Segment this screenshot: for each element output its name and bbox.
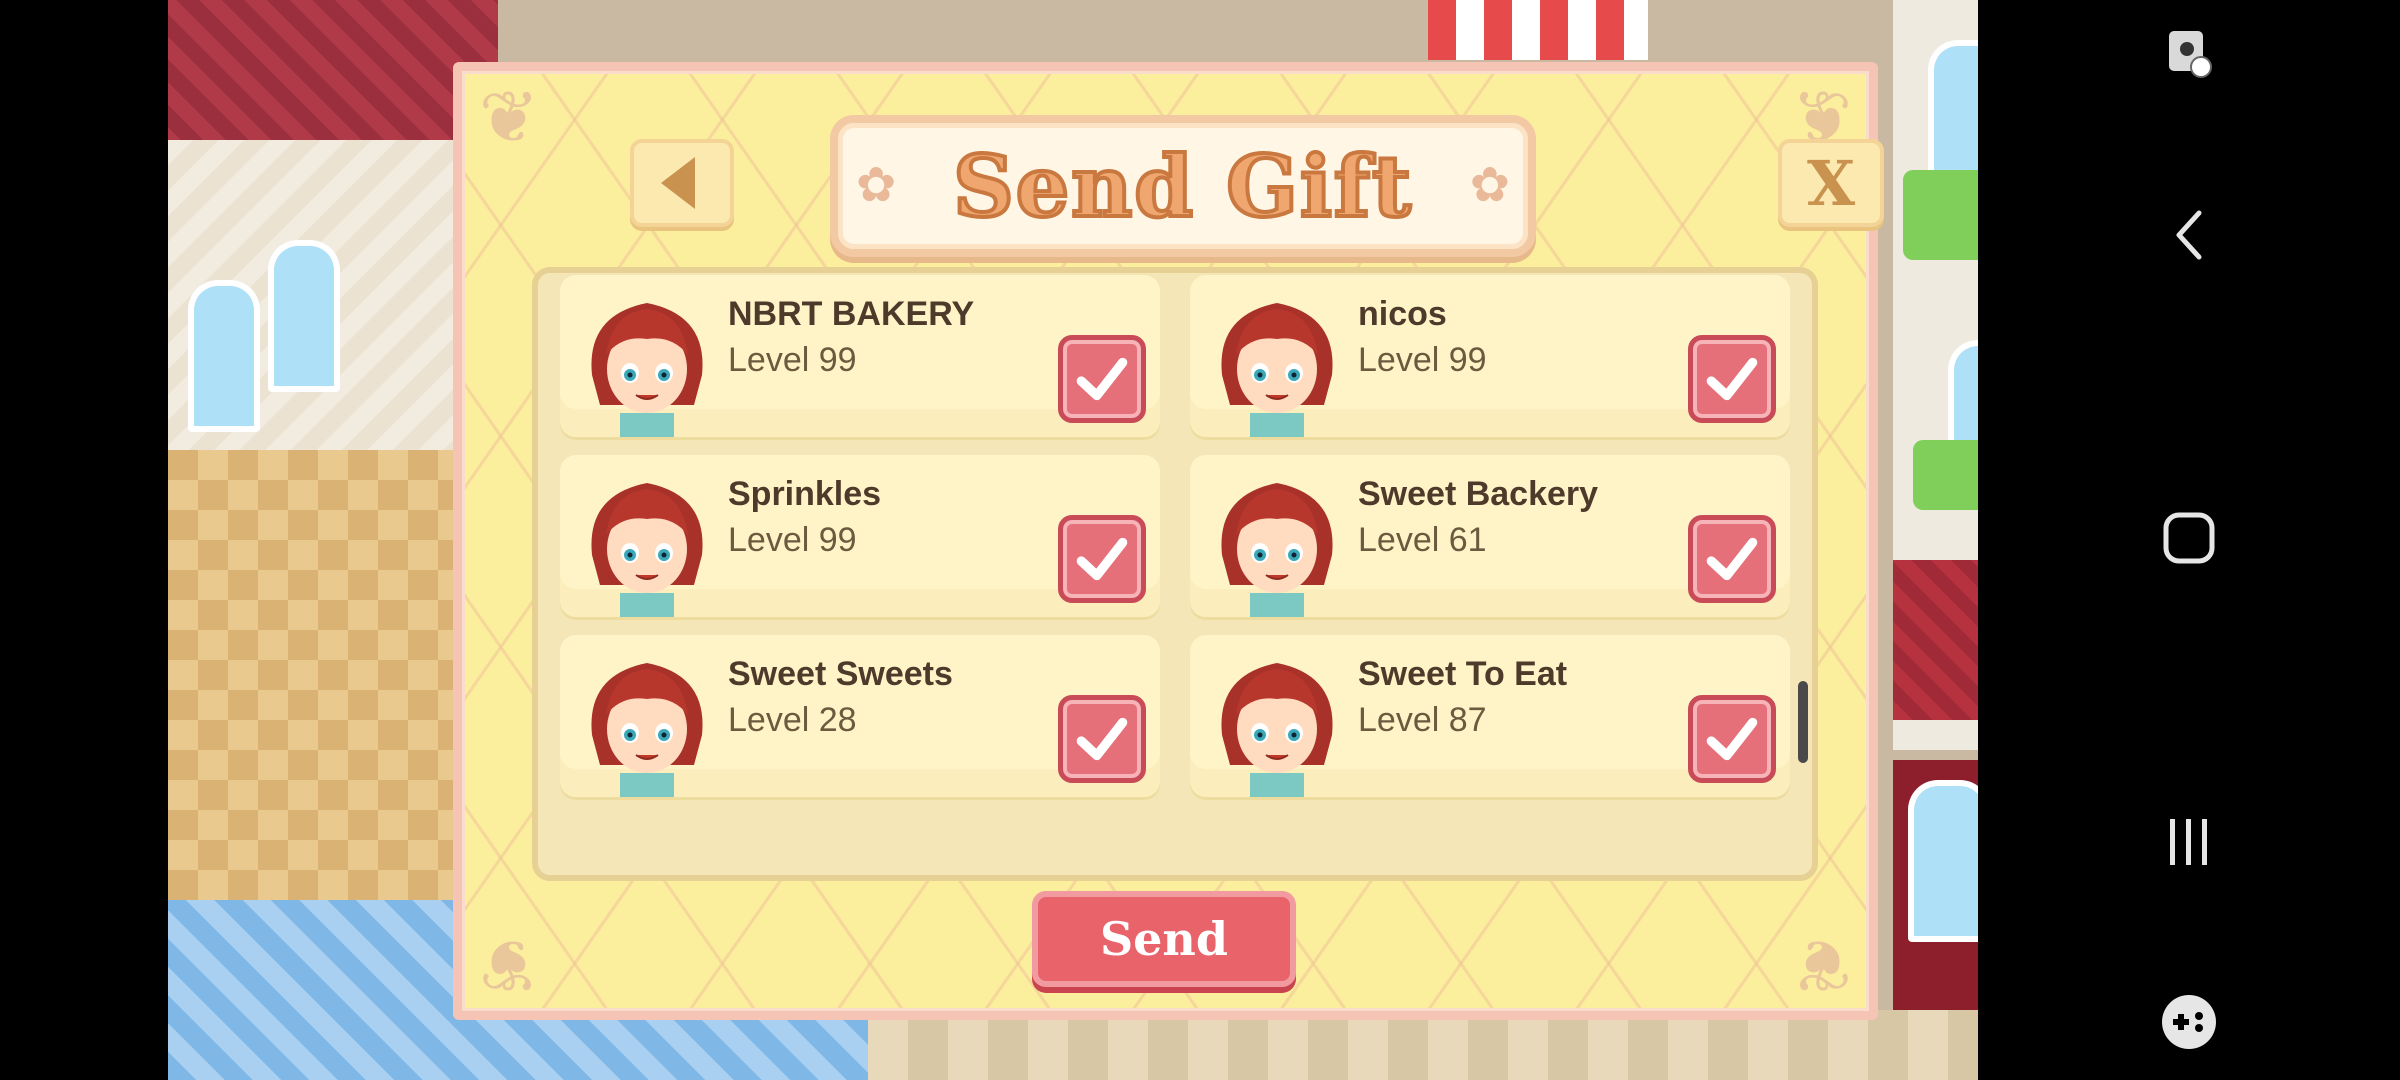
friend-level: Level 61 bbox=[1358, 521, 1487, 559]
friend-checkbox[interactable] bbox=[1688, 695, 1776, 783]
friend-checkbox[interactable] bbox=[1058, 695, 1146, 783]
friend-name: Sweet Sweets bbox=[728, 655, 953, 693]
friend-checkbox[interactable] bbox=[1058, 335, 1146, 423]
left-arrow-icon bbox=[661, 157, 695, 209]
close-icon: X bbox=[1806, 146, 1856, 220]
avatar bbox=[591, 663, 703, 797]
assistant-touch-button[interactable] bbox=[1978, 24, 2400, 84]
send-button[interactable]: Send bbox=[1032, 891, 1296, 987]
friend-checkbox[interactable] bbox=[1688, 515, 1776, 603]
recents-nav-button[interactable] bbox=[1978, 812, 2400, 872]
send-button-label: Send bbox=[1099, 912, 1229, 966]
scene-awning bbox=[1428, 0, 1648, 60]
friend-level: Level 99 bbox=[1358, 341, 1487, 379]
title-banner: ✿ Send Gift ✿ bbox=[830, 115, 1536, 257]
flourish-icon: ✿ bbox=[856, 159, 897, 212]
friend-name: NBRT BAKERY bbox=[728, 295, 975, 333]
friend-name: Sprinkles bbox=[728, 475, 882, 513]
scene-window bbox=[188, 280, 260, 432]
avatar bbox=[591, 483, 703, 617]
friend-level: Level 99 bbox=[728, 521, 857, 559]
friend-level: Level 87 bbox=[1358, 701, 1487, 739]
scrollbar[interactable] bbox=[1798, 543, 1808, 783]
avatar bbox=[1221, 663, 1333, 797]
avatar bbox=[1221, 483, 1333, 617]
scene-planter bbox=[1913, 440, 1978, 510]
scene-roof bbox=[168, 0, 498, 150]
scene-window bbox=[1908, 780, 1978, 942]
friend-card[interactable]: Sweet Backery Level 61 bbox=[1190, 455, 1790, 617]
scene-window bbox=[268, 240, 340, 392]
back-nav-button[interactable] bbox=[1978, 205, 2400, 265]
friend-card[interactable]: Sweet Sweets Level 28 bbox=[560, 635, 1160, 797]
checkmark-icon bbox=[1076, 717, 1128, 761]
friend-level: Level 28 bbox=[728, 701, 857, 739]
friend-name: Sweet Backery bbox=[1358, 475, 1599, 513]
avatar bbox=[591, 303, 703, 437]
game-launcher-icon bbox=[2162, 995, 2216, 1049]
corner-ornament: ❦ bbox=[478, 924, 540, 1004]
game-launcher-button[interactable] bbox=[1978, 992, 2400, 1052]
home-nav-button[interactable] bbox=[1978, 508, 2400, 568]
checkmark-icon bbox=[1706, 537, 1758, 581]
scrollbar-thumb[interactable] bbox=[1798, 681, 1808, 763]
friend-checkbox[interactable] bbox=[1058, 515, 1146, 603]
send-gift-dialog: ❦ ❦ ❦ ❦ ✿ Send Gift ✿ X NBRT BAKERY Leve… bbox=[453, 62, 1884, 1020]
friend-card[interactable]: Sweet To Eat Level 87 bbox=[1190, 635, 1790, 797]
checkmark-icon bbox=[1076, 357, 1128, 401]
scene-floor-bottom bbox=[868, 1010, 1978, 1080]
home-square-icon bbox=[2163, 512, 2215, 564]
friend-checkbox[interactable] bbox=[1688, 335, 1776, 423]
corner-ornament: ❦ bbox=[478, 78, 540, 158]
dialog-title: Send Gift bbox=[951, 135, 1413, 238]
game-viewport: ❦ ❦ ❦ ❦ ✿ Send Gift ✿ X NBRT BAKERY Leve… bbox=[168, 0, 1978, 1080]
friend-level: Level 99 bbox=[728, 341, 857, 379]
back-button[interactable] bbox=[630, 139, 734, 227]
avatar bbox=[1221, 303, 1333, 437]
friend-name: nicos bbox=[1358, 295, 1447, 333]
recents-icon bbox=[2170, 819, 2207, 865]
scene-planter bbox=[1903, 170, 1978, 260]
checkmark-icon bbox=[1076, 537, 1128, 581]
back-arrow-icon bbox=[2176, 210, 2202, 260]
friend-card[interactable]: Sprinkles Level 99 bbox=[560, 455, 1160, 617]
friend-list[interactable]: NBRT BAKERY Level 99 nicos Level 99 Sprink… bbox=[532, 267, 1818, 881]
flourish-icon: ✿ bbox=[1469, 159, 1510, 212]
assistant-touch-icon bbox=[2169, 31, 2212, 78]
friend-card[interactable]: nicos Level 99 bbox=[1190, 275, 1790, 437]
navigation-bar bbox=[1978, 0, 2400, 1080]
friend-card[interactable]: NBRT BAKERY Level 99 bbox=[560, 275, 1160, 437]
checkmark-icon bbox=[1706, 717, 1758, 761]
scene-building-roof bbox=[1893, 560, 1978, 720]
corner-ornament: ❦ bbox=[1791, 924, 1853, 1004]
close-button[interactable]: X bbox=[1778, 139, 1884, 227]
friend-name: Sweet To Eat bbox=[1358, 655, 1568, 693]
checkmark-icon bbox=[1706, 357, 1758, 401]
